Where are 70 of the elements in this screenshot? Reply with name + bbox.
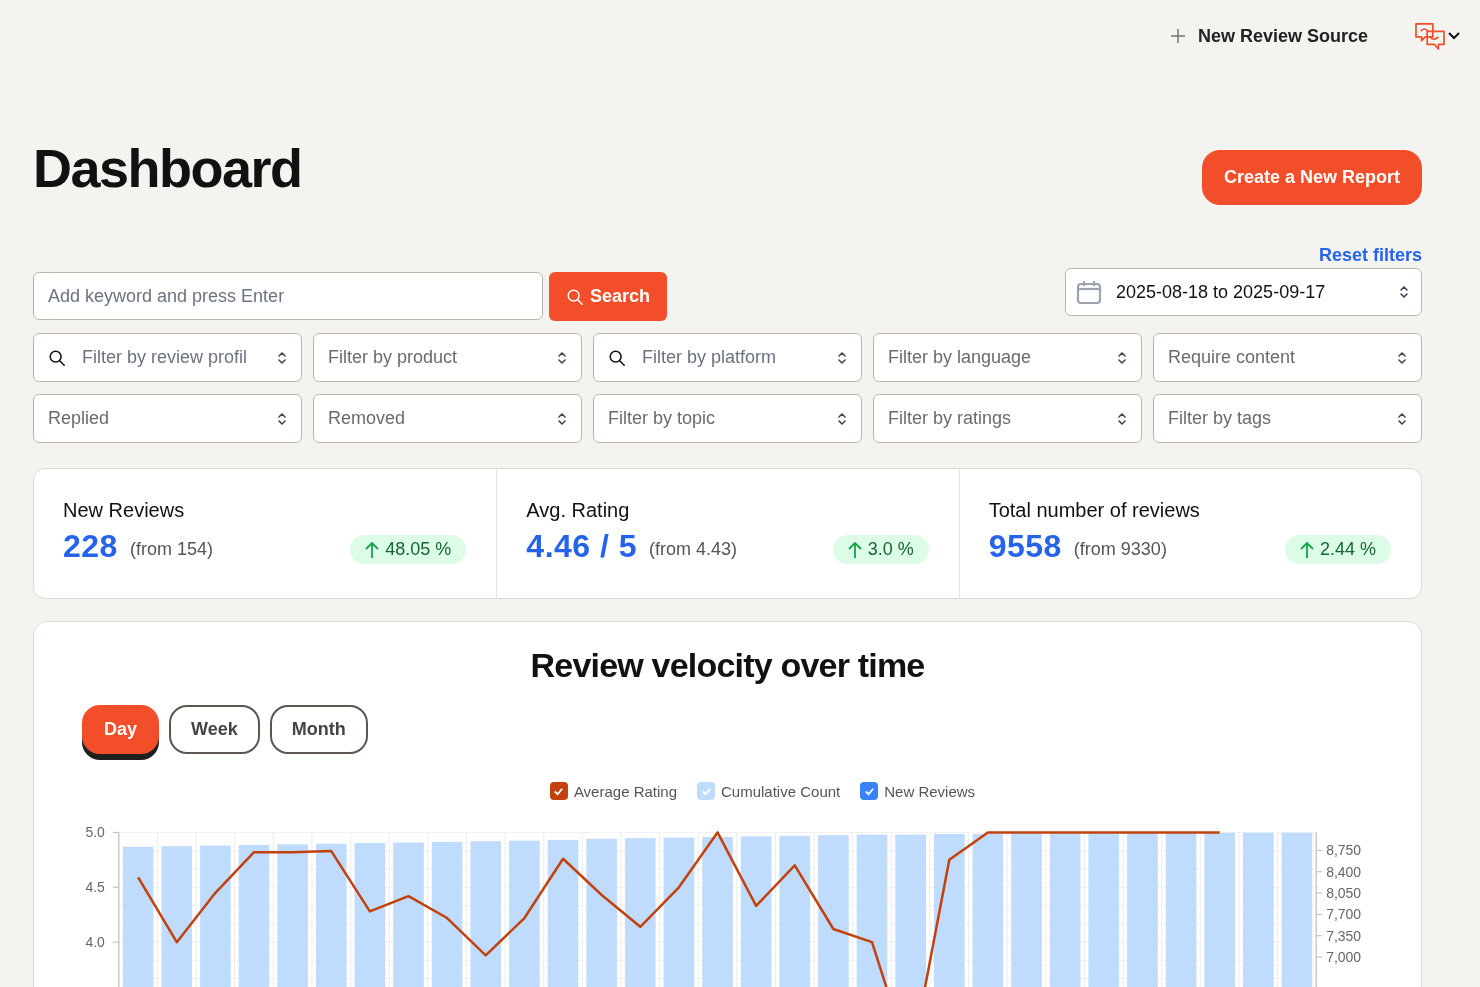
axis-label: 7,000: [1326, 949, 1362, 966]
stat-label: Avg. Rating: [526, 499, 631, 522]
reset-filters-link[interactable]: Reset filters: [1318, 245, 1422, 266]
legend-label: Cumulative Count: [721, 782, 841, 800]
keyword-field[interactable]: Add keyword and press Enter: [33, 272, 543, 320]
chevron-updown-icon: [837, 410, 847, 427]
chevron-updown-icon: [1117, 349, 1127, 366]
axis-label: 8,050: [1326, 885, 1362, 902]
filter-dropdown[interactable]: Filter by product: [313, 333, 582, 382]
stat-previous: (from 4.43): [649, 539, 738, 560]
new-review-source-button[interactable]: New Review Source: [1169, 25, 1368, 47]
legend-checkbox[interactable]: [549, 782, 568, 800]
date-range-field[interactable]: 2025-08-18 to 2025-09-17: [1065, 268, 1422, 316]
stat-label: Total number of reviews: [988, 499, 1201, 522]
search-icon: [608, 348, 626, 367]
legend-label: Average Rating: [573, 782, 677, 800]
calendar-icon: [1076, 279, 1102, 305]
filter-dropdown[interactable]: Filter by language: [873, 333, 1142, 382]
stat-previous: (from 9330): [1073, 539, 1167, 560]
axis-label: 4.0: [85, 934, 105, 951]
search-button[interactable]: Search: [549, 272, 668, 321]
legend-label: New Reviews: [884, 782, 976, 800]
change-badge: 48.05 %: [350, 535, 467, 564]
search-icon: [566, 287, 584, 306]
chevron-updown-icon: [277, 349, 287, 366]
axis-label: 5.0: [85, 824, 105, 841]
filter-dropdown[interactable]: Filter by platform: [593, 333, 862, 382]
chevron-updown-icon: [1397, 349, 1407, 366]
stat-value: 228: [63, 528, 118, 565]
filter-dropdown[interactable]: Require content: [1153, 333, 1422, 382]
stat-value: 9558: [988, 528, 1062, 565]
plus-icon: [1169, 28, 1186, 44]
legend-checkbox[interactable]: [697, 782, 715, 800]
axis-label: 4.5: [85, 879, 105, 896]
period-button[interactable]: Month: [269, 705, 368, 754]
chevron-updown-icon: [1117, 410, 1127, 427]
chevron-updown-icon: [277, 410, 287, 427]
axis-label: 7,350: [1326, 927, 1362, 944]
chart-title: Review velocity over time: [529, 646, 926, 685]
checkmark-icon: [863, 785, 875, 797]
filter-dropdown[interactable]: Removed: [313, 394, 582, 443]
filter-dropdown[interactable]: Filter by topic: [593, 394, 862, 443]
filter-dropdown[interactable]: Filter by ratings: [873, 394, 1142, 443]
axis-label: 8,400: [1326, 863, 1362, 880]
axis-label: 7,700: [1326, 906, 1362, 923]
filter-dropdown[interactable]: Filter by review profil: [33, 333, 302, 382]
stat-value: 4.46 / 5: [526, 528, 638, 565]
filter-dropdown[interactable]: Replied: [33, 394, 302, 443]
stat-label: New Reviews: [63, 499, 186, 522]
filter-dropdown[interactable]: Filter by tags: [1153, 394, 1422, 443]
stat-previous: (from 154): [129, 539, 213, 560]
chevron-updown-icon: [837, 349, 847, 366]
checkmark-icon: [700, 785, 712, 797]
chevron-down-icon[interactable]: [1448, 32, 1460, 40]
period-button[interactable]: Week: [169, 705, 260, 754]
chevron-updown-icon: [557, 410, 567, 427]
chevron-updown-icon: [1397, 410, 1407, 427]
chevron-updown-icon: [1399, 284, 1409, 300]
checkmark-icon: [553, 785, 565, 797]
search-icon: [48, 348, 66, 367]
legend-checkbox[interactable]: [860, 782, 879, 800]
axis-label: 8,750: [1326, 842, 1362, 859]
arrow-up-icon: [1299, 540, 1314, 559]
arrow-up-icon: [365, 540, 380, 559]
chevron-updown-icon: [557, 349, 567, 366]
change-badge: 3.0 %: [832, 535, 929, 564]
create-report-button[interactable]: Create a New Report: [1201, 150, 1422, 205]
change-badge: 2.44 %: [1284, 535, 1391, 564]
arrow-up-icon: [847, 540, 862, 559]
page-title: Dashboard: [33, 136, 302, 199]
